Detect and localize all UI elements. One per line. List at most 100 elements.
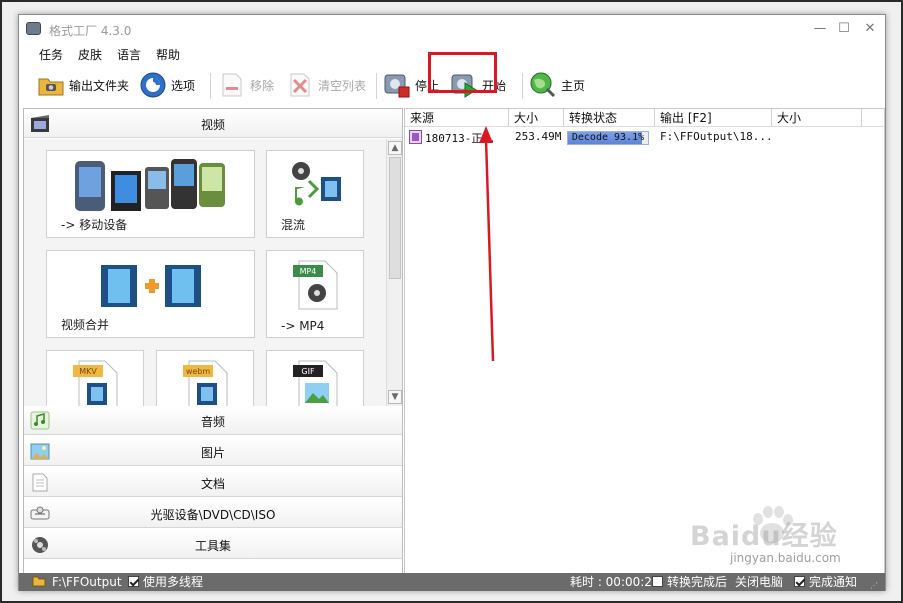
category-rom-label: 光驱设备\DVD\CD\ISO [150, 508, 276, 522]
column-size[interactable]: 大小 [509, 109, 564, 127]
tile-join-label: 视频合并 [61, 318, 110, 332]
category-video-label: 视频 [200, 118, 225, 132]
column-source[interactable]: 来源 [405, 109, 509, 127]
column-output-size[interactable]: 大小 [772, 109, 862, 127]
app-icon [26, 22, 41, 35]
scroll-up-icon[interactable]: ▲ [388, 141, 402, 155]
tile-mux[interactable]: 混流 [266, 150, 364, 238]
menu-language[interactable]: 语言 [117, 46, 141, 63]
after-convert-check[interactable] [652, 576, 663, 587]
home-button[interactable]: 主页 [529, 68, 585, 102]
category-rom-device[interactable]: 光驱设备\DVD\CD\ISO [24, 499, 402, 528]
status-folder-icon[interactable] [32, 575, 46, 590]
row-size: 253.49M [515, 130, 562, 143]
video-file-icon [409, 130, 422, 144]
column-output[interactable]: 输出 [F2] [655, 109, 772, 127]
close-button[interactable]: ✕ [859, 19, 881, 39]
after-convert-checkbox[interactable]: 转换完成后 [652, 575, 727, 589]
status-bar: F:\FFOutput 使用多线程 耗时 : 00:00:27 转换完成后 关闭… [19, 573, 885, 591]
progress-text: Decode 93.1% [571, 132, 645, 143]
after-convert-label: 转换完成后 [667, 575, 728, 589]
app-window: 格式工厂 4.3.0 — ☐ ✕ 任务 皮肤 语言 帮助 输出文件夹 选项 移除… [18, 14, 886, 591]
notify-label: 完成通知 [809, 575, 858, 589]
task-list: 来源 大小 转换状态 输出 [F2] 大小 180713-正 . 253.49M… [404, 108, 885, 574]
folder-icon [37, 71, 65, 99]
tiles-scrollbar[interactable]: ▲ ▼ [386, 139, 402, 406]
category-audio-label: 音频 [200, 415, 225, 429]
scroll-down-icon[interactable]: ▼ [388, 390, 402, 404]
row-output: F:\FFOutput\18... [660, 130, 772, 143]
tile-webm[interactable]: webm [156, 350, 254, 406]
row-source: 180713-正 . [425, 132, 496, 145]
video-join-icon [101, 265, 201, 307]
mp4-badge: MP4 [300, 267, 317, 276]
task-list-header: 来源 大小 转换状态 输出 [F2] 大小 [405, 109, 884, 127]
category-audio[interactable]: 音频 [24, 406, 402, 435]
remove-button[interactable]: 移除 [218, 68, 274, 102]
toolbar-separator [210, 73, 211, 99]
mkv-badge: MKV [79, 367, 97, 376]
tile-gif[interactable]: GIF [266, 350, 364, 406]
remove-label: 移除 [250, 78, 275, 93]
title-bar: 格式工厂 4.3.0 — ☐ ✕ [19, 15, 885, 43]
category-video[interactable]: 视频 [24, 109, 402, 138]
toolbar-separator [376, 73, 377, 99]
tile-video-join[interactable]: 视频合并 [46, 250, 255, 338]
window-title: 格式工厂 4.3.0 [49, 24, 132, 38]
resize-grip-icon[interactable]: ⋰ [870, 579, 878, 593]
home-globe-icon [529, 71, 557, 99]
category-image-label: 图片 [200, 446, 225, 460]
category-tools-label: 工具集 [194, 539, 231, 553]
notify-check[interactable] [794, 576, 805, 587]
multithread-checkbox[interactable]: 使用多线程 [128, 575, 203, 589]
clear-list-icon [286, 71, 314, 99]
category-image[interactable]: 图片 [24, 437, 402, 466]
toolbar-separator [522, 73, 523, 99]
multithread-label: 使用多线程 [143, 575, 204, 589]
status-output-folder[interactable]: F:\FFOutput [52, 575, 122, 589]
conversion-progress: Decode 93.1% [567, 131, 649, 145]
options-icon [139, 71, 167, 99]
tile-mux-label: 混流 [281, 218, 306, 232]
multithread-check[interactable] [128, 576, 139, 587]
mobile-devices-icon [75, 159, 225, 211]
tile-mkv[interactable]: MKV [46, 350, 144, 406]
start-button-highlight [428, 52, 497, 93]
menu-task[interactable]: 任务 [39, 46, 63, 63]
table-row[interactable]: 180713-正 . 253.49M Decode 93.1% F:\FFOut… [405, 127, 884, 147]
menu-help[interactable]: 帮助 [156, 46, 180, 63]
shutdown-label[interactable]: 关闭电脑 [735, 575, 783, 589]
home-label: 主页 [561, 78, 586, 93]
menu-skin[interactable]: 皮肤 [78, 46, 102, 63]
webm-badge: webm [186, 367, 211, 376]
tile-mp4[interactable]: MP4 -> MP4 [266, 250, 364, 338]
category-document[interactable]: 文档 [24, 468, 402, 497]
clear-list-label: 清空列表 [318, 78, 367, 93]
scroll-thumb[interactable] [389, 157, 401, 279]
options-label: 选项 [171, 78, 196, 93]
stop-icon [383, 71, 411, 99]
clear-list-button[interactable]: 清空列表 [286, 68, 366, 102]
minimize-button[interactable]: — [809, 19, 831, 39]
category-tools[interactable]: 工具集 [24, 530, 402, 559]
tile-mobile-label: -> 移动设备 [61, 218, 128, 232]
gif-badge: GIF [301, 367, 315, 376]
webm-file-icon: webm [183, 360, 228, 406]
category-panel: 视频 -> 移动设备 混流 视频合并 MP4 -> MP4 MKV webm G… [23, 108, 403, 574]
video-tiles-area: -> 移动设备 混流 视频合并 MP4 -> MP4 MKV webm GIF [24, 139, 386, 406]
elapsed-time: 耗时 : 00:00:27 [570, 575, 660, 589]
category-document-label: 文档 [200, 477, 225, 491]
baidu-watermark: Baidu经验 jingyan.baidu.com [690, 506, 870, 570]
tile-mp4-label: -> MP4 [281, 319, 325, 333]
column-status[interactable]: 转换状态 [564, 109, 655, 127]
output-folder-label: 输出文件夹 [69, 78, 130, 93]
gif-file-icon: GIF [293, 360, 338, 406]
mux-icon [292, 162, 341, 206]
output-folder-button[interactable]: 输出文件夹 [37, 68, 129, 102]
remove-icon [218, 71, 246, 99]
watermark-text: Baidu经验 [690, 521, 838, 552]
tile-mobile-device[interactable]: -> 移动设备 [46, 150, 255, 238]
notify-checkbox[interactable]: 完成通知 [794, 575, 857, 589]
maximize-button[interactable]: ☐ [833, 19, 855, 39]
options-button[interactable]: 选项 [139, 68, 195, 102]
